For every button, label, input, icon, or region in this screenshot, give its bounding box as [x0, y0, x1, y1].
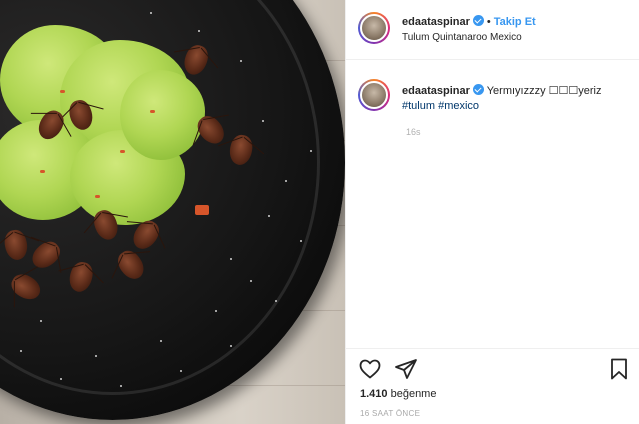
likes-number: 1.410 — [360, 388, 388, 400]
post-header: edaataspinar • Takip Et Tulum Quintanaroo … — [346, 0, 639, 60]
location-link[interactable]: Tulum Quintanaroo Mexico — [402, 32, 522, 43]
instagram-post: edaataspinar • Takip Et Tulum Quintanaroo … — [0, 0, 639, 424]
header-user-line: edaataspinar • Takip Et — [402, 15, 536, 28]
paper-plane-icon[interactable] — [394, 357, 418, 381]
post-actions: 1.410 beğenme 16 SAAT ÖNCE — [346, 348, 639, 424]
post-side-panel: edaataspinar • Takip Et Tulum Quintanaroo … — [345, 0, 639, 424]
hashtag-tulum[interactable]: #tulum — [402, 100, 435, 112]
caption: edaataspinar Yermıyızzzy ☐☐☐yeriz #tulum… — [402, 84, 632, 114]
post-photo[interactable] — [0, 0, 345, 424]
likes-label: beğenme — [390, 388, 437, 400]
hashtag-mexico[interactable]: #mexico — [438, 100, 479, 112]
author-username[interactable]: edaataspinar — [402, 16, 470, 28]
separator-dot: • — [486, 16, 491, 28]
caption-text: Yermıyızzzy ☐☐☐yeriz — [486, 85, 602, 97]
author-avatar[interactable] — [358, 12, 390, 44]
heart-icon[interactable] — [358, 357, 382, 381]
caption-age: 16s — [406, 127, 421, 137]
verified-badge-icon — [472, 84, 484, 95]
follow-button[interactable]: Takip Et — [494, 16, 536, 28]
caption-author-avatar[interactable] — [358, 79, 390, 111]
bookmark-icon[interactable] — [608, 357, 630, 381]
caption-username[interactable]: edaataspinar — [402, 85, 470, 97]
post-timestamp: 16 SAAT ÖNCE — [360, 409, 421, 418]
verified-badge-icon — [472, 15, 484, 26]
likes-count[interactable]: 1.410 beğenme — [360, 388, 436, 400]
